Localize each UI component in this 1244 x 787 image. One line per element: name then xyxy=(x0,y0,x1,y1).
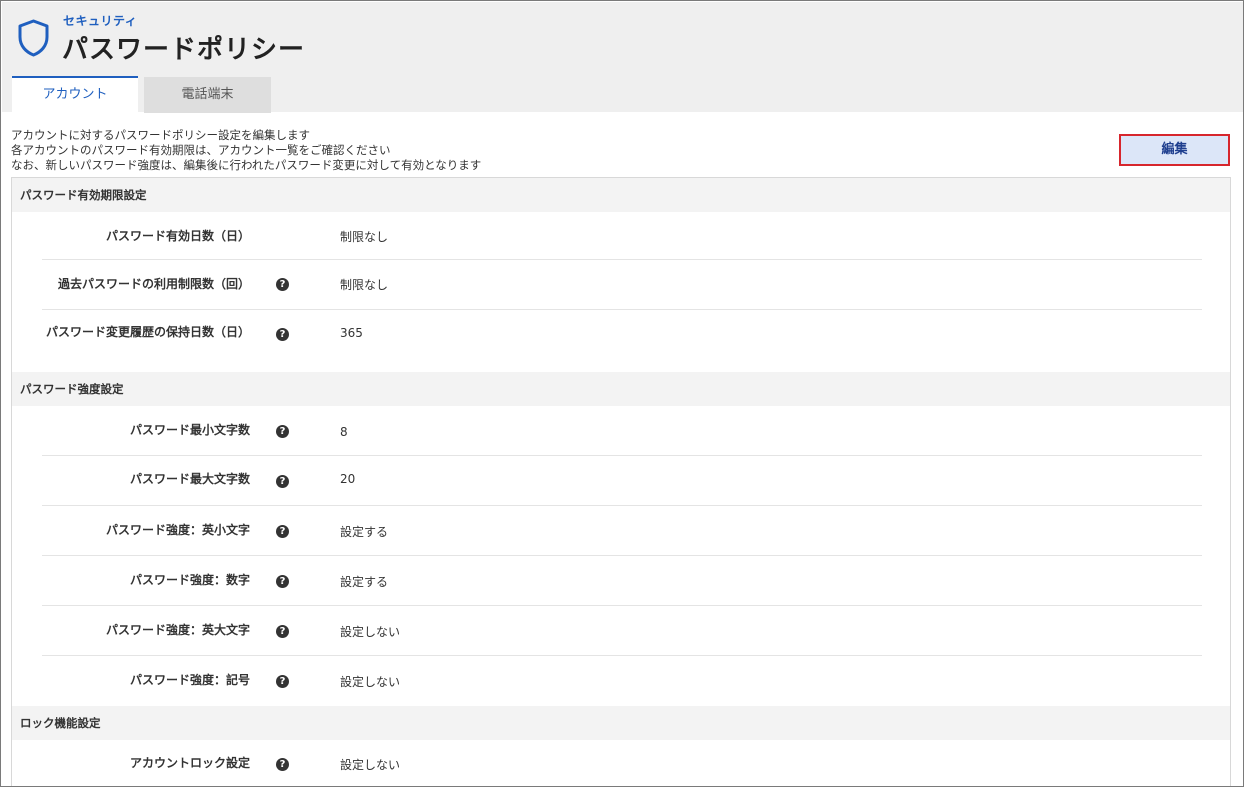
page-title: パスワードポリシー xyxy=(62,35,306,65)
help-icon[interactable]: ? xyxy=(276,425,289,438)
page-frame: セキュリティ パスワードポリシー アカウント 電話端末 アカウントに対するパスワ… xyxy=(0,0,1244,787)
settings-row: パスワード強度：英大文字 ? 設定しない xyxy=(42,606,1202,656)
page-header: セキュリティ パスワードポリシー アカウント 電話端末 xyxy=(2,2,1243,113)
page-description: アカウントに対するパスワードポリシー設定を編集します 各アカウントのパスワード有… xyxy=(11,128,481,173)
settings-row: パスワード強度：英小文字 ? 設定する xyxy=(42,506,1202,556)
settings-row: 過去パスワードの利用制限数（回） ? 制限なし xyxy=(42,260,1202,310)
setting-label: パスワード最小文字数 xyxy=(129,423,250,437)
setting-value: 365 xyxy=(340,326,363,340)
shield-icon xyxy=(18,19,49,57)
setting-label: パスワード有効日数（日） xyxy=(105,229,250,243)
setting-value: 設定しない xyxy=(340,675,401,689)
help-icon[interactable]: ? xyxy=(276,758,289,771)
section-header-expiry: パスワード有効期限設定 xyxy=(12,178,1230,212)
settings-row: パスワード最小文字数 ? 8 xyxy=(42,406,1202,456)
help-icon[interactable]: ? xyxy=(276,328,289,341)
setting-value: 設定しない xyxy=(340,625,401,639)
setting-value: 設定しない xyxy=(340,758,401,772)
setting-label: 過去パスワードの利用制限数（回） xyxy=(57,277,250,291)
setting-label: パスワード強度：英小文字 xyxy=(105,523,250,537)
help-icon[interactable]: ? xyxy=(276,625,289,638)
description-line: アカウントに対するパスワードポリシー設定を編集します xyxy=(11,128,310,142)
setting-label: パスワード強度：記号 xyxy=(129,673,250,687)
help-icon[interactable]: ? xyxy=(276,525,289,538)
setting-value: 設定する xyxy=(340,575,389,589)
edit-button[interactable]: 編集 xyxy=(1119,134,1230,166)
settings-row: パスワード最大文字数 ? 20 xyxy=(42,456,1202,506)
settings-row: パスワード強度：記号 ? 設定しない xyxy=(42,656,1202,706)
setting-label: アカウントロック設定 xyxy=(129,756,250,770)
help-icon[interactable]: ? xyxy=(276,675,289,688)
setting-value: 20 xyxy=(340,472,356,486)
tab-phone-device[interactable]: 電話端末 xyxy=(144,77,271,113)
settings-row: アカウントロック設定 ? 設定しない xyxy=(42,740,1202,786)
setting-label: パスワード強度：数字 xyxy=(129,573,250,587)
help-icon[interactable]: ? xyxy=(276,575,289,588)
tab-account[interactable]: アカウント xyxy=(12,76,138,113)
settings-row: パスワード変更履歴の保持日数（日） ? 365 xyxy=(42,310,1202,372)
setting-label-text: パスワード変更履歴の保持日数（日） xyxy=(45,325,250,339)
settings-panel: パスワード有効期限設定 パスワード有効日数（日） 制限なし 過去パスワードの利用… xyxy=(11,177,1231,786)
settings-row: パスワード有効日数（日） 制限なし xyxy=(42,212,1202,260)
section-header-strength: パスワード強度設定 xyxy=(12,372,1230,406)
setting-value: 制限なし xyxy=(340,278,389,292)
setting-label: パスワード最大文字数 xyxy=(129,472,250,486)
help-icon[interactable]: ? xyxy=(276,475,289,488)
description-line: なお、新しいパスワード強度は、編集後に行われたパスワード変更に対して有効となりま… xyxy=(11,158,482,172)
breadcrumb-category[interactable]: セキュリティ xyxy=(63,12,137,29)
setting-value: 制限なし xyxy=(340,230,389,244)
setting-label: パスワード強度：英大文字 xyxy=(105,623,250,637)
description-line: 各アカウントのパスワード有効期限は、アカウント一覧をご確認ください xyxy=(11,143,391,157)
settings-row: パスワード強度：数字 ? 設定する xyxy=(42,556,1202,606)
setting-value: 設定する xyxy=(340,525,389,539)
setting-label: パスワード変更履歴の保持日数（日） xyxy=(42,324,250,340)
setting-value: 8 xyxy=(340,425,348,439)
section-header-lock: ロック機能設定 xyxy=(12,706,1230,740)
help-icon[interactable]: ? xyxy=(276,278,289,291)
